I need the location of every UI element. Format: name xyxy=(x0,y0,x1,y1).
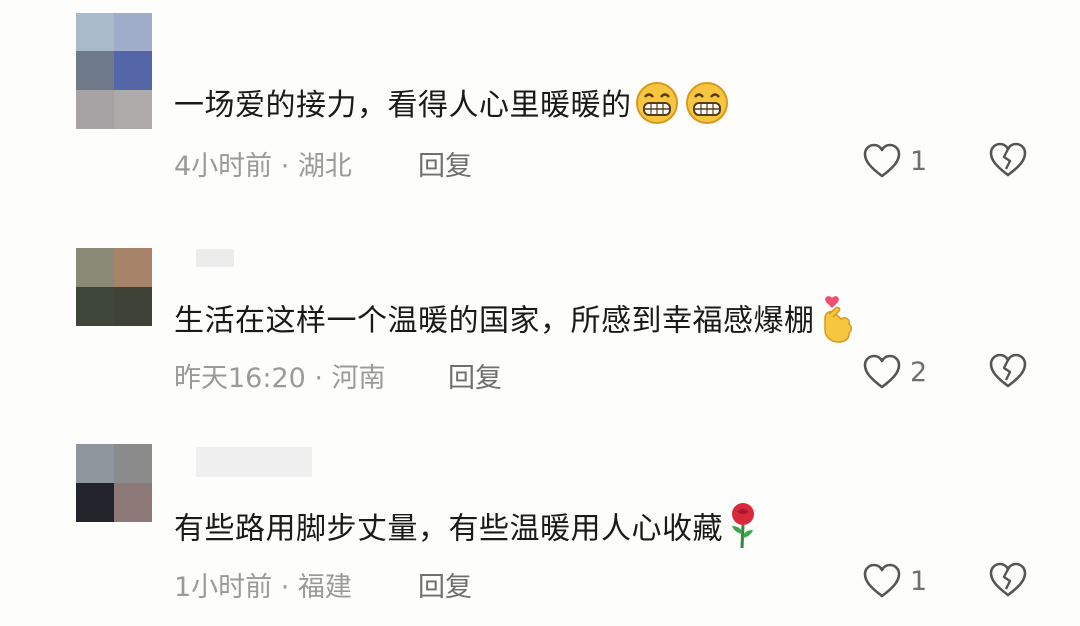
comment-meta: 昨天16:20 · 河南 xyxy=(174,363,386,394)
comment-meta: 4小时前 · 湖北 xyxy=(174,151,352,182)
comment-text-line: 生活在这样一个温暖的国家，所感到幸福感爆棚 xyxy=(174,292,855,352)
heart-icon xyxy=(863,143,901,178)
like-count: 2 xyxy=(910,356,928,388)
rose-icon xyxy=(723,500,763,560)
comment-meta: 1小时前 · 福建 xyxy=(174,572,352,603)
dislike-button[interactable] xyxy=(988,352,1028,390)
avatar-pixel xyxy=(114,90,152,129)
dislike-button[interactable] xyxy=(988,141,1028,179)
like-button[interactable]: 2 xyxy=(862,352,927,392)
avatar-pixel xyxy=(114,287,152,326)
avatar-pixel xyxy=(114,248,152,287)
comment-text: 有些路用脚步丈量，有些温暖用人心收藏 xyxy=(174,511,723,547)
avatar-pixel xyxy=(76,90,114,129)
avatar-pixel xyxy=(76,444,114,483)
comment-list: 一场爱的接力，看得人心里暖暖的 4小时前 · 湖北 回复 1 生活在这样一个温暖… xyxy=(0,0,1080,626)
avatar-pixel xyxy=(76,51,114,90)
broken-heart-icon xyxy=(989,142,1027,177)
broken-heart-icon xyxy=(989,353,1027,388)
heart-icon xyxy=(863,563,901,598)
avatar-pixel xyxy=(76,13,114,51)
grin-icon xyxy=(682,81,732,133)
comment-text: 一场爱的接力，看得人心里暖暖的 xyxy=(174,88,632,123)
like-button[interactable]: 1 xyxy=(862,561,927,601)
reply-button[interactable]: 回复 xyxy=(418,565,472,604)
like-count: 1 xyxy=(910,565,928,597)
avatar[interactable] xyxy=(76,444,152,522)
dislike-button[interactable] xyxy=(988,561,1028,599)
reply-button[interactable]: 回复 xyxy=(418,144,472,183)
heart-icon xyxy=(863,354,901,389)
finger-heart-icon xyxy=(815,292,855,352)
avatar-pixel xyxy=(114,51,152,90)
broken-heart-icon xyxy=(989,562,1027,597)
like-button[interactable]: 1 xyxy=(862,141,927,181)
username-placeholder[interactable] xyxy=(196,249,234,267)
avatar[interactable] xyxy=(76,13,152,129)
comment-text-line: 有些路用脚步丈量，有些温暖用人心收藏 xyxy=(174,500,763,560)
like-count: 1 xyxy=(910,145,928,177)
avatar[interactable] xyxy=(76,248,152,326)
avatar-pixel xyxy=(76,287,114,326)
avatar-pixel xyxy=(114,483,152,522)
comment-text-line: 一场爱的接力，看得人心里暖暖的 xyxy=(174,80,732,133)
avatar-pixel xyxy=(76,248,114,287)
comment-text: 生活在这样一个温暖的国家，所感到幸福感爆棚 xyxy=(174,303,815,339)
reply-button[interactable]: 回复 xyxy=(448,356,502,395)
username-placeholder[interactable] xyxy=(196,447,312,477)
avatar-pixel xyxy=(76,483,114,522)
grin-icon xyxy=(632,81,682,133)
avatar-pixel xyxy=(114,13,152,51)
avatar-pixel xyxy=(114,444,152,483)
